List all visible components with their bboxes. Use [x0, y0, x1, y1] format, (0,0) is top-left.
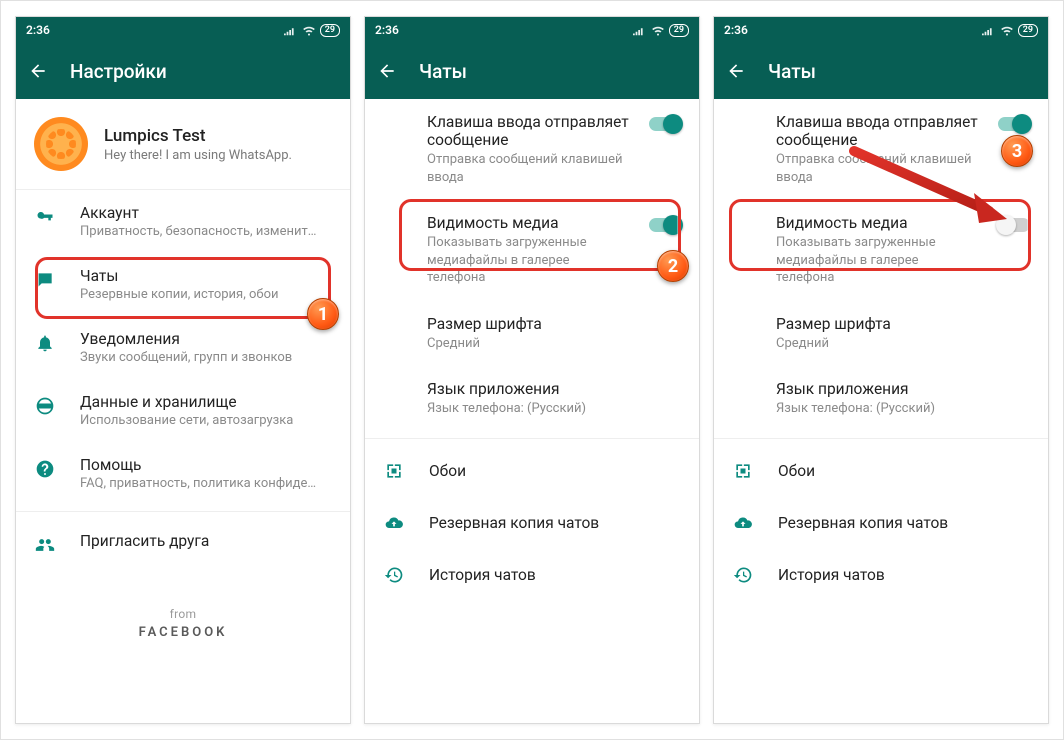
item-wallpaper[interactable]: Обои: [365, 445, 699, 497]
back-icon[interactable]: [726, 61, 746, 81]
wifi-icon: [651, 24, 665, 36]
key-icon: [34, 207, 56, 227]
people-icon: [34, 535, 56, 555]
back-icon[interactable]: [28, 61, 48, 81]
toggle-enter-sends[interactable]: [998, 117, 1030, 131]
setting-font-size[interactable]: Размер шрифтаСредний: [714, 301, 1048, 367]
setting-app-language[interactable]: Язык приложенияЯзык телефона: (Русский): [365, 366, 699, 432]
data-icon: [34, 396, 56, 416]
status-bar: 2:36 29: [365, 17, 699, 43]
divider: [365, 438, 699, 439]
setting-enter-sends[interactable]: Клавиша ввода отправляет сообщениеОтправ…: [365, 99, 699, 200]
chat-icon: [34, 270, 56, 290]
settings-item-account[interactable]: АккаунтПриватность, безопасность, измени…: [16, 190, 350, 253]
setting-enter-sends[interactable]: Клавиша ввода отправляет сообщениеОтправ…: [714, 99, 1048, 200]
appbar-title: Чаты: [768, 60, 816, 83]
appbar-title: Чаты: [419, 60, 467, 83]
wifi-icon: [302, 24, 316, 36]
status-bar: 2:36 29: [714, 17, 1048, 43]
phone-chats-off: 2:36 29 Чаты Клавиша ввода отправляет со…: [713, 16, 1049, 724]
appbar-settings: Настройки: [16, 43, 350, 99]
footer-from: from: [16, 607, 350, 621]
history-icon: [383, 565, 405, 585]
wallpaper-icon: [383, 461, 405, 481]
signal-icon: [633, 24, 647, 36]
item-history[interactable]: История чатов: [365, 549, 699, 601]
wifi-icon: [1000, 24, 1014, 36]
item-wallpaper[interactable]: Обои: [714, 445, 1048, 497]
wallpaper-icon: [732, 461, 754, 481]
phone-chats-on: 2:36 29 Чаты Клавиша ввода отправляет со…: [364, 16, 700, 724]
status-bar: 2:36 29: [16, 17, 350, 43]
setting-app-language[interactable]: Язык приложенияЯзык телефона: (Русский): [714, 366, 1048, 432]
profile-row[interactable]: Lumpics Test Hey there! I am using Whats…: [16, 99, 350, 190]
divider: [16, 511, 350, 512]
phone-settings: 2:36 29 Настройки Lumpics Test Hey there…: [15, 16, 351, 724]
profile-status: Hey there! I am using WhatsApp.: [104, 148, 292, 163]
setting-media-visibility[interactable]: Видимость медиаПоказывать загруженные ме…: [365, 200, 699, 301]
settings-item-help[interactable]: ПомощьFAQ, приватность, политика конфиде…: [16, 442, 350, 505]
item-backup[interactable]: Резервная копия чатов: [714, 497, 1048, 549]
appbar-title: Настройки: [70, 60, 167, 83]
signal-icon: [284, 24, 298, 36]
toggle-enter-sends[interactable]: [649, 117, 681, 131]
time: 2:36: [724, 23, 748, 37]
battery-icon: 29: [320, 24, 340, 37]
time: 2:36: [26, 23, 50, 37]
back-icon[interactable]: [377, 61, 397, 81]
cloud-up-icon: [383, 513, 405, 533]
toggle-media-visibility[interactable]: [649, 218, 681, 232]
item-history[interactable]: История чатов: [714, 549, 1048, 601]
setting-font-size[interactable]: Размер шрифтаСредний: [365, 301, 699, 367]
time: 2:36: [375, 23, 399, 37]
bell-icon: [34, 333, 56, 353]
item-backup[interactable]: Резервная копия чатов: [365, 497, 699, 549]
avatar: [34, 117, 88, 171]
help-icon: [34, 459, 56, 479]
settings-item-chats[interactable]: ЧатыРезервные копии, история, обои: [16, 253, 350, 316]
settings-item-notifications[interactable]: УведомленияЗвуки сообщений, групп и звон…: [16, 316, 350, 379]
appbar-chats: Чаты: [365, 43, 699, 99]
toggle-media-visibility[interactable]: [998, 218, 1030, 232]
battery-icon: 29: [669, 24, 689, 37]
signal-icon: [982, 24, 996, 36]
footer-facebook: FACEBOOK: [16, 625, 350, 640]
profile-name: Lumpics Test: [104, 126, 292, 146]
settings-item-invite[interactable]: Пригласить друга: [16, 518, 350, 569]
settings-item-data[interactable]: Данные и хранилищеИспользование сети, ав…: [16, 379, 350, 442]
appbar-chats: Чаты: [714, 43, 1048, 99]
setting-media-visibility[interactable]: Видимость медиаПоказывать загруженные ме…: [714, 200, 1048, 301]
battery-icon: 29: [1018, 24, 1038, 37]
cloud-up-icon: [732, 513, 754, 533]
history-icon: [732, 565, 754, 585]
divider: [714, 438, 1048, 439]
